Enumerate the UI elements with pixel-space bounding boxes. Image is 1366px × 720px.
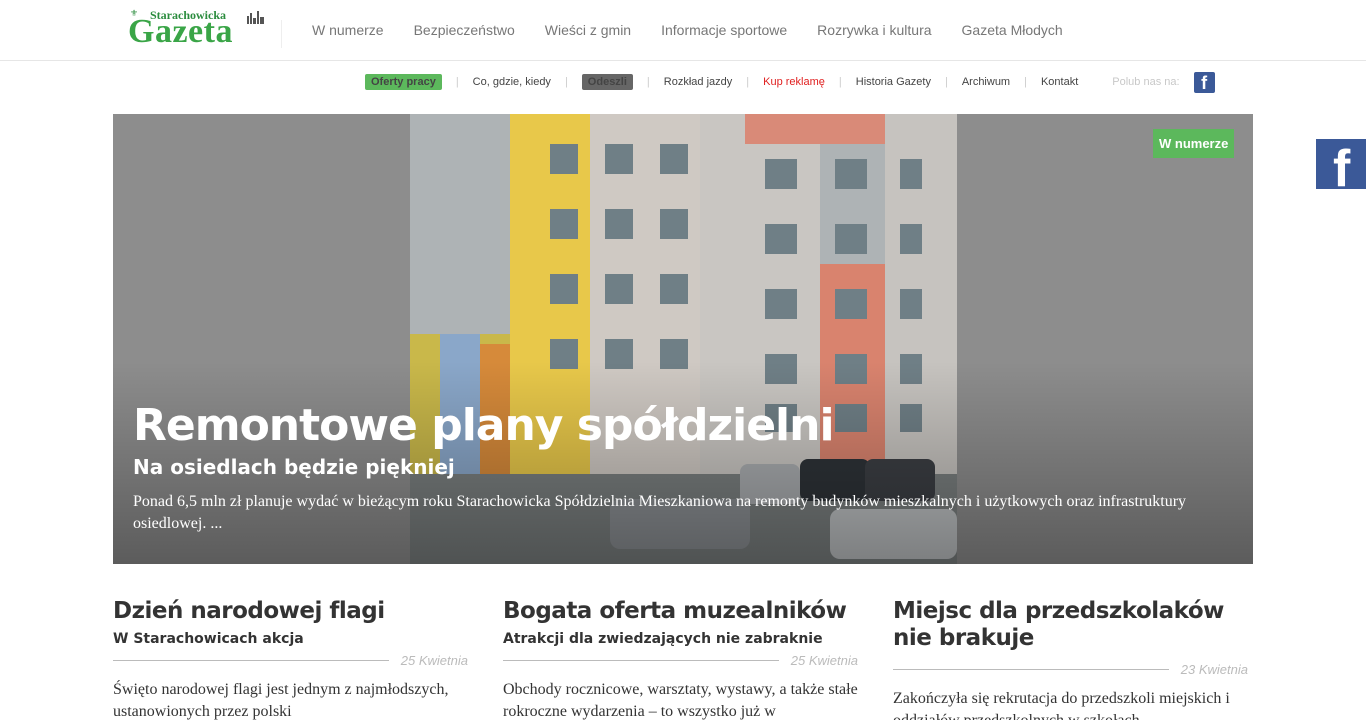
secondary-nav: Oferty pracy | Co, gdzie, kiedy | Odeszl… xyxy=(365,71,1215,93)
divider xyxy=(893,669,1169,670)
article-meta: 25 Kwietnia xyxy=(113,653,468,673)
subnav-oferty-pracy[interactable]: Oferty pracy xyxy=(365,74,442,90)
subnav-kup-reklame[interactable]: Kup reklamę xyxy=(763,76,825,88)
article-excerpt: Obchody rocznicowe, warsztaty, wystawy, … xyxy=(503,681,858,720)
facebook-icon[interactable]: f xyxy=(1193,71,1215,93)
divider xyxy=(503,660,779,661)
nav-informacje-sportowe[interactable]: Informacje sportowe xyxy=(646,22,802,38)
article-subtitle: W Starachowicach akcja xyxy=(113,631,304,647)
article-card[interactable]: Miejsc dla przedszkolaków nie brakuje 23… xyxy=(893,598,1248,720)
article-excerpt: Zakończyła się rekrutacja do przedszkoli… xyxy=(893,690,1230,720)
like-us-label: Polub nas na: xyxy=(1112,76,1180,88)
hero-subtitle: Na osiedlach będzie piękniej xyxy=(133,455,455,479)
separator: | xyxy=(564,76,568,88)
logo-divider xyxy=(281,20,282,48)
subnav-co-gdzie-kiedy[interactable]: Co, gdzie, kiedy xyxy=(473,76,551,88)
separator: | xyxy=(1024,76,1027,88)
hero-lead-text: Ponad 6,5 mln zł planuje wydać w bieżący… xyxy=(133,493,1187,532)
article-card[interactable]: Bogata oferta muzealników Atrakcji dla z… xyxy=(503,598,858,720)
article-card[interactable]: Dzień narodowej flagi W Starachowicach a… xyxy=(113,598,468,720)
town-silhouette-icon xyxy=(247,11,264,24)
article-title[interactable]: Bogata oferta muzealników xyxy=(503,598,858,625)
nav-rozrywka-i-kultura[interactable]: Rozrywka i kultura xyxy=(802,22,946,38)
separator: | xyxy=(455,76,459,88)
main-nav: W numerze Bezpieczeństwo Wieści z gmin I… xyxy=(297,0,1078,60)
article-subtitle: Atrakcji dla zwiedzających nie zabraknie xyxy=(503,631,823,647)
hero-featured-article[interactable]: W numerze Remontowe plany spółdzielni Na… xyxy=(113,114,1253,564)
nav-w-numerze[interactable]: W numerze xyxy=(297,22,399,38)
nav-gazeta-mlodych[interactable]: Gazeta Młodych xyxy=(947,22,1078,38)
separator: | xyxy=(944,76,948,88)
separator: | xyxy=(838,76,842,88)
facebook-side-tab[interactable]: f xyxy=(1316,139,1366,189)
article-excerpt: Święto narodowej flagi jest jednym z naj… xyxy=(113,681,449,720)
top-bar: ⚜ Starachowicka Gazeta W numerze Bezpiec… xyxy=(0,0,1366,61)
separator: | xyxy=(746,76,750,88)
subnav-rozklad-jazdy[interactable]: Rozkład jazdy xyxy=(664,76,732,88)
article-date: 23 Kwietnia xyxy=(1180,662,1248,677)
logo-big-text: Gazeta xyxy=(128,13,233,50)
nav-bezpieczenstwo[interactable]: Bezpieczeństwo xyxy=(399,22,530,38)
subnav-kontakt[interactable]: Kontakt xyxy=(1041,76,1078,88)
article-title[interactable]: Dzień narodowej flagi xyxy=(113,598,468,625)
site-logo[interactable]: ⚜ Starachowicka Gazeta xyxy=(128,6,268,50)
subnav-historia-gazety[interactable]: Historia Gazety xyxy=(856,76,931,88)
subnav-odeszli[interactable]: Odeszli xyxy=(581,74,633,90)
hero-category-badge[interactable]: W numerze xyxy=(1153,129,1235,158)
article-date: 25 Kwietnia xyxy=(400,653,468,668)
facebook-icon: f xyxy=(1333,140,1351,189)
separator: | xyxy=(646,76,650,88)
hero-title[interactable]: Remontowe plany spółdzielni xyxy=(133,400,835,451)
article-meta: 25 Kwietnia xyxy=(503,653,858,673)
subnav-archiwum[interactable]: Archiwum xyxy=(962,76,1010,88)
divider xyxy=(113,660,389,661)
article-title[interactable]: Miejsc dla przedszkolaków nie brakuje xyxy=(893,598,1248,652)
nav-wiesci-z-gmin[interactable]: Wieści z gmin xyxy=(530,22,646,38)
article-date: 25 Kwietnia xyxy=(790,653,858,668)
article-meta: 23 Kwietnia xyxy=(893,662,1248,682)
